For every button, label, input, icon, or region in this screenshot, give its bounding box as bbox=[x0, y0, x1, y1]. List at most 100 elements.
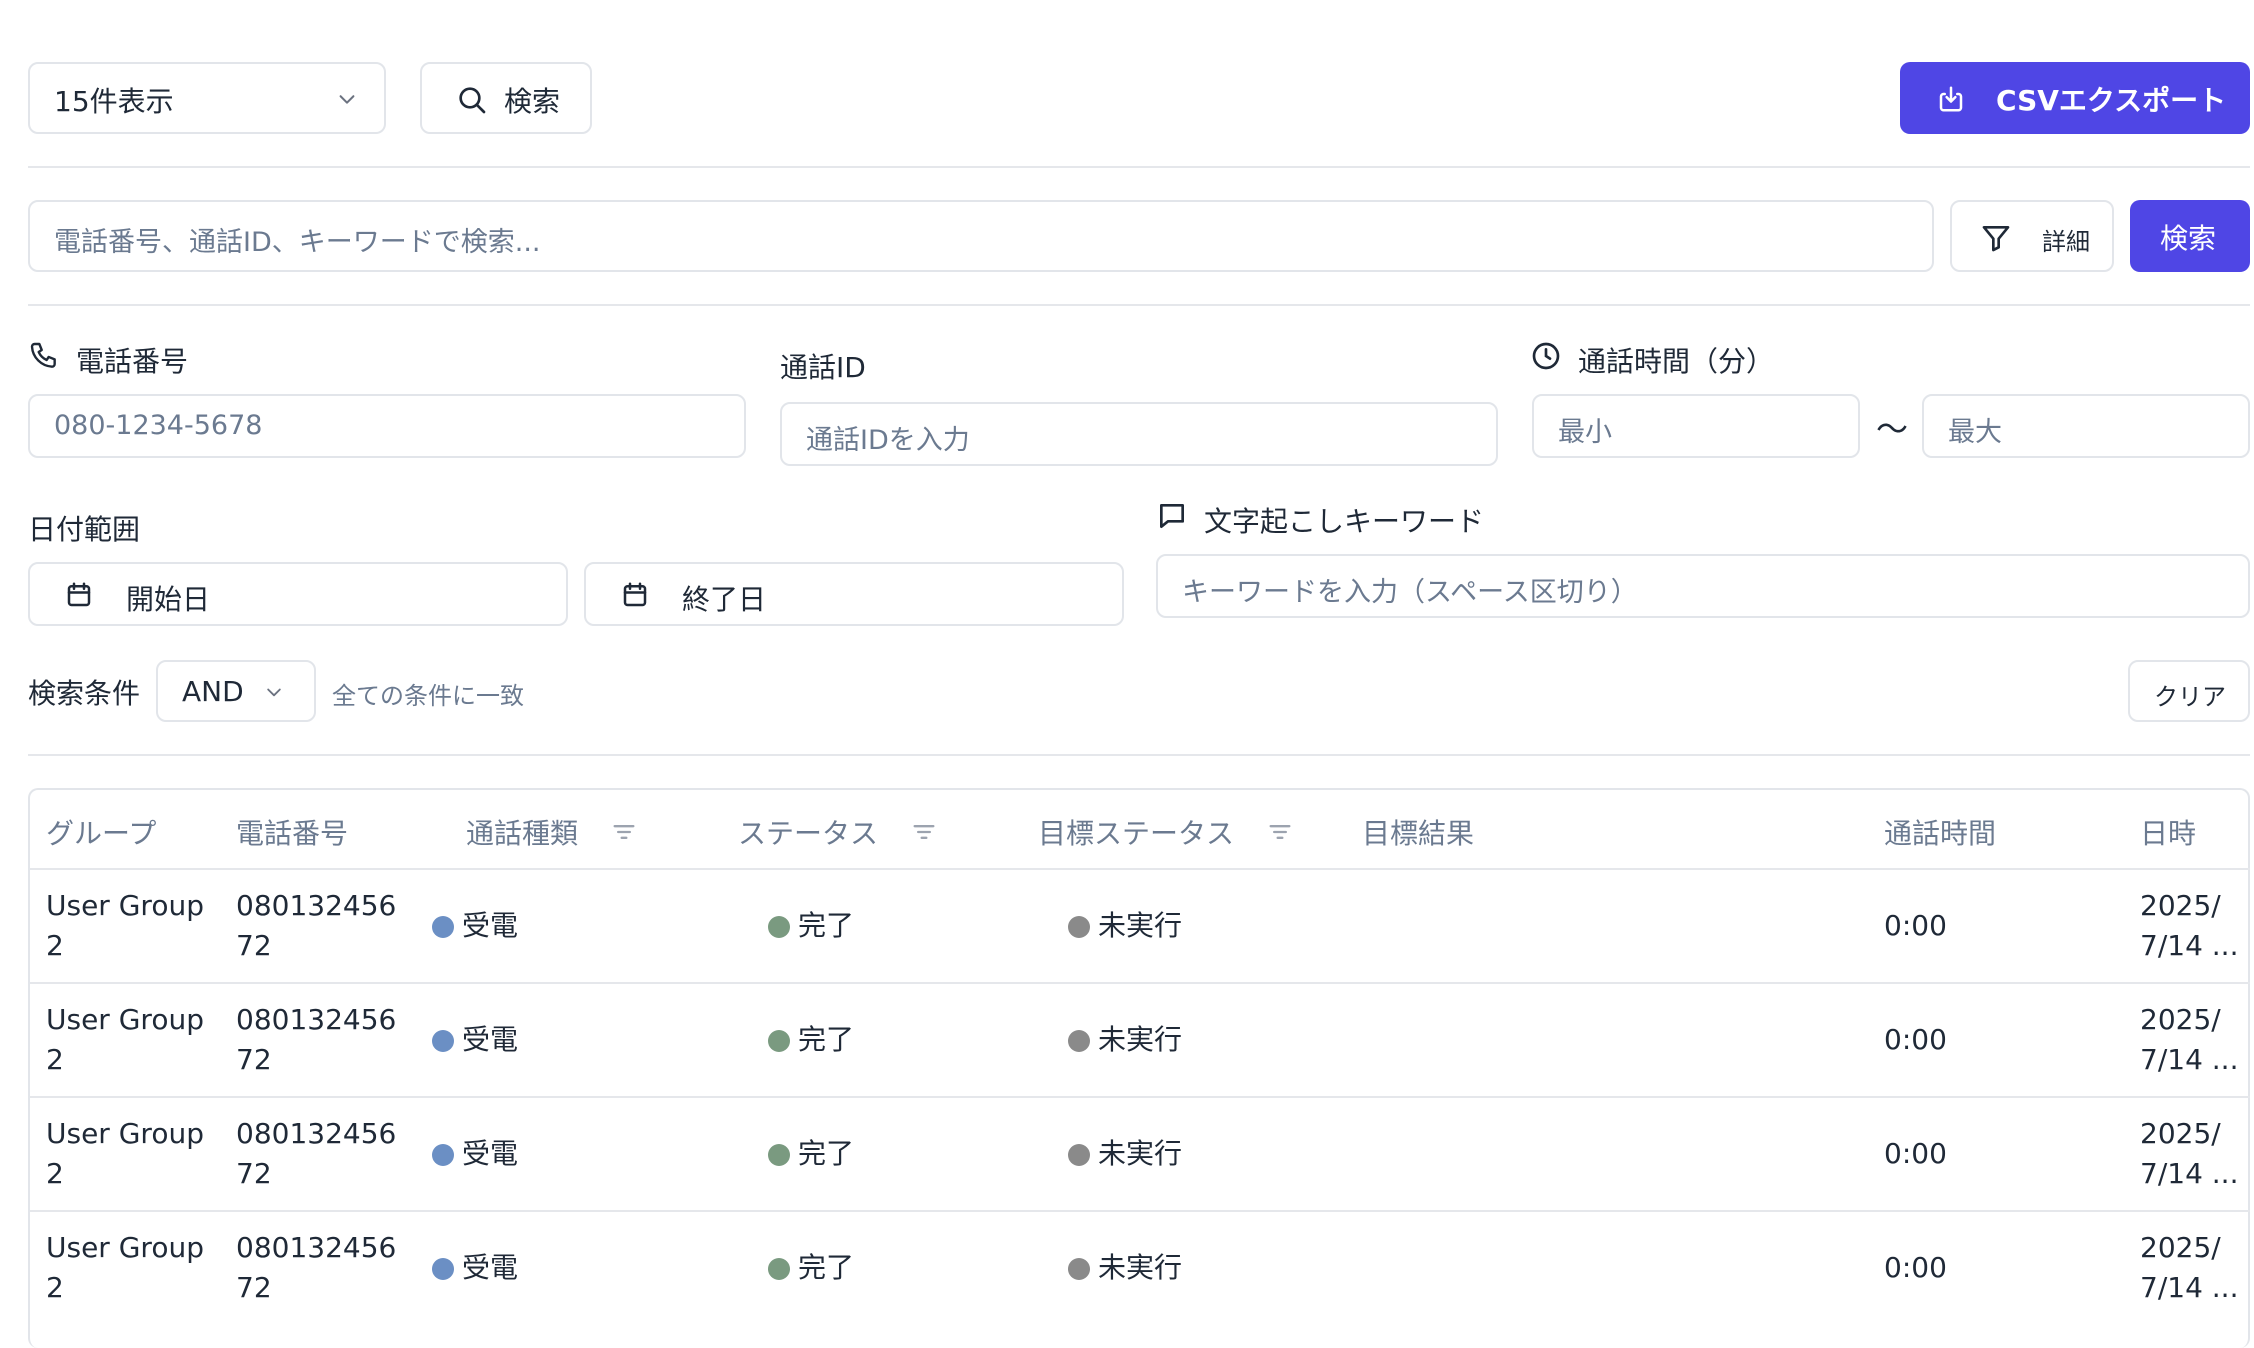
phone-icon bbox=[28, 340, 60, 372]
calendar-icon bbox=[64, 580, 94, 610]
cell-group: User Group 2 bbox=[46, 1117, 204, 1190]
duration-min-field[interactable]: 最小 bbox=[1532, 394, 1860, 458]
goal-status-dot bbox=[1068, 916, 1090, 938]
cell-duration: 0:00 bbox=[1884, 1137, 1947, 1170]
clock-icon bbox=[1530, 340, 1562, 372]
goal-status-dot bbox=[1068, 1258, 1090, 1280]
cell-call-type: 受電 bbox=[432, 1248, 518, 1288]
csv-export-label: CSVエクスポート bbox=[1996, 84, 2227, 117]
cell-datetime: 2025/7/14 ... bbox=[2140, 889, 2239, 962]
start-date-field[interactable]: 開始日 bbox=[28, 562, 568, 626]
chevron-down-icon bbox=[264, 682, 284, 702]
search-input[interactable]: 電話番号、通話ID、キーワードで検索... bbox=[54, 220, 541, 259]
call-type-dot bbox=[432, 1258, 454, 1280]
cell-status: 完了 bbox=[768, 1020, 854, 1060]
search-toggle-button[interactable]: 検索 bbox=[420, 62, 592, 134]
call-type-dot bbox=[432, 916, 454, 938]
cell-goal-status: 未実行 bbox=[1068, 1248, 1182, 1288]
col-header-datetime[interactable]: 日時 bbox=[2140, 812, 2196, 852]
status-dot bbox=[768, 1030, 790, 1052]
column-filter-icon[interactable] bbox=[910, 818, 938, 846]
search-condition-label: 検索条件 bbox=[28, 677, 141, 710]
search-condition-select[interactable]: AND bbox=[156, 660, 316, 722]
keyword-field-placeholder: キーワードを入力（スペース区切り） bbox=[1182, 577, 1638, 608]
table-row[interactable]: User Group 2 080132456 72 受電 完了 未実行 0:00 2… bbox=[30, 1098, 2248, 1210]
cell-phone: 080132456 72 bbox=[236, 889, 397, 962]
cell-group: User Group 2 bbox=[46, 1231, 204, 1304]
clear-label: クリア bbox=[2154, 683, 2226, 711]
details-button[interactable]: 詳細 bbox=[1950, 200, 2114, 272]
cell-datetime: 2025/7/14 ... bbox=[2140, 1117, 2239, 1190]
cell-goal-status: 未実行 bbox=[1068, 1134, 1182, 1174]
search-toggle-label: 検索 bbox=[504, 85, 561, 118]
calendar-icon bbox=[620, 580, 650, 610]
duration-filter-label: 通話時間（分） bbox=[1578, 345, 1775, 378]
duration-range-separator: 〜 bbox=[1876, 410, 1909, 448]
column-filter-icon[interactable] bbox=[1266, 818, 1294, 846]
col-header-phone[interactable]: 電話番号 bbox=[236, 812, 348, 852]
filter-icon bbox=[1980, 222, 2012, 254]
phone-field[interactable]: 080-1234-5678 bbox=[28, 394, 746, 458]
keyword-field[interactable]: キーワードを入力（スペース区切り） bbox=[1156, 554, 2250, 618]
cell-status: 完了 bbox=[768, 1134, 854, 1174]
goal-status-dot bbox=[1068, 1144, 1090, 1166]
cell-call-type: 受電 bbox=[432, 906, 518, 946]
cell-datetime: 2025/7/14 ... bbox=[2140, 1003, 2239, 1076]
column-filter-icon[interactable] bbox=[610, 818, 638, 846]
duration-max-field[interactable]: 最大 bbox=[1922, 394, 2250, 458]
duration-max-placeholder: 最大 bbox=[1948, 417, 2002, 448]
cell-duration: 0:00 bbox=[1884, 909, 1947, 942]
phone-field-placeholder: 080-1234-5678 bbox=[54, 410, 263, 441]
col-header-call-type[interactable]: 通話種類 bbox=[466, 812, 578, 852]
search-submit-button[interactable]: 検索 bbox=[2130, 200, 2250, 272]
table-row[interactable]: User Group 2 080132456 72 受電 完了 未実行 0:00 2… bbox=[30, 984, 2248, 1096]
chevron-down-icon bbox=[336, 88, 358, 110]
end-date-label: 終了日 bbox=[682, 583, 767, 616]
end-date-field[interactable]: 終了日 bbox=[584, 562, 1124, 626]
divider bbox=[28, 754, 2250, 756]
keyword-filter-label: 文字起こしキーワード bbox=[1204, 505, 1485, 538]
message-icon bbox=[1156, 500, 1188, 532]
col-header-goal-status[interactable]: 目標ステータス bbox=[1038, 812, 1234, 852]
cell-status: 完了 bbox=[768, 906, 854, 946]
start-date-label: 開始日 bbox=[126, 583, 211, 616]
details-label: 詳細 bbox=[2042, 228, 2090, 256]
table-row[interactable]: User Group 2 080132456 72 受電 完了 未実行 0:00 2… bbox=[30, 870, 2248, 982]
cell-group: User Group 2 bbox=[46, 889, 204, 962]
export-icon bbox=[1936, 84, 1966, 114]
status-dot bbox=[768, 1258, 790, 1280]
cell-call-type: 受電 bbox=[432, 1134, 518, 1174]
cell-duration: 0:00 bbox=[1884, 1251, 1947, 1284]
date-range-label: 日付範囲 bbox=[28, 513, 141, 546]
status-dot bbox=[768, 916, 790, 938]
search-condition-value: AND bbox=[182, 675, 244, 708]
clear-button[interactable]: クリア bbox=[2128, 660, 2250, 722]
search-icon bbox=[456, 84, 488, 116]
goal-status-dot bbox=[1068, 1030, 1090, 1052]
page-size-value: 15件表示 bbox=[54, 85, 174, 118]
col-header-status[interactable]: ステータス bbox=[738, 812, 878, 852]
cell-duration: 0:00 bbox=[1884, 1023, 1947, 1056]
cell-group: User Group 2 bbox=[46, 1003, 204, 1076]
call-id-filter-label: 通話ID bbox=[780, 351, 866, 384]
cell-status: 完了 bbox=[768, 1248, 854, 1288]
duration-min-placeholder: 最小 bbox=[1558, 417, 1612, 448]
table-row[interactable]: User Group 2 080132456 72 受電 完了 未実行 0:00 2… bbox=[30, 1212, 2248, 1324]
col-header-duration[interactable]: 通話時間 bbox=[1884, 812, 1996, 852]
call-type-dot bbox=[432, 1144, 454, 1166]
cell-phone: 080132456 72 bbox=[236, 1231, 397, 1304]
divider bbox=[28, 166, 2250, 168]
col-header-goal-result[interactable]: 目標結果 bbox=[1362, 812, 1474, 852]
call-type-dot bbox=[432, 1030, 454, 1052]
phone-filter-label: 電話番号 bbox=[76, 345, 189, 378]
call-id-field-placeholder: 通話IDを入力 bbox=[806, 425, 970, 456]
search-input-wrapper[interactable]: 電話番号、通話ID、キーワードで検索... bbox=[28, 200, 1934, 272]
search-submit-label: 検索 bbox=[2160, 222, 2217, 255]
call-id-field[interactable]: 通話IDを入力 bbox=[780, 402, 1498, 466]
page-size-select[interactable]: 15件表示 bbox=[28, 62, 386, 134]
cell-phone: 080132456 72 bbox=[236, 1003, 397, 1076]
cell-goal-status: 未実行 bbox=[1068, 906, 1182, 946]
col-header-group[interactable]: グループ bbox=[46, 812, 156, 852]
csv-export-button[interactable]: CSVエクスポート bbox=[1900, 62, 2250, 134]
cell-datetime: 2025/7/14 ... bbox=[2140, 1231, 2239, 1304]
